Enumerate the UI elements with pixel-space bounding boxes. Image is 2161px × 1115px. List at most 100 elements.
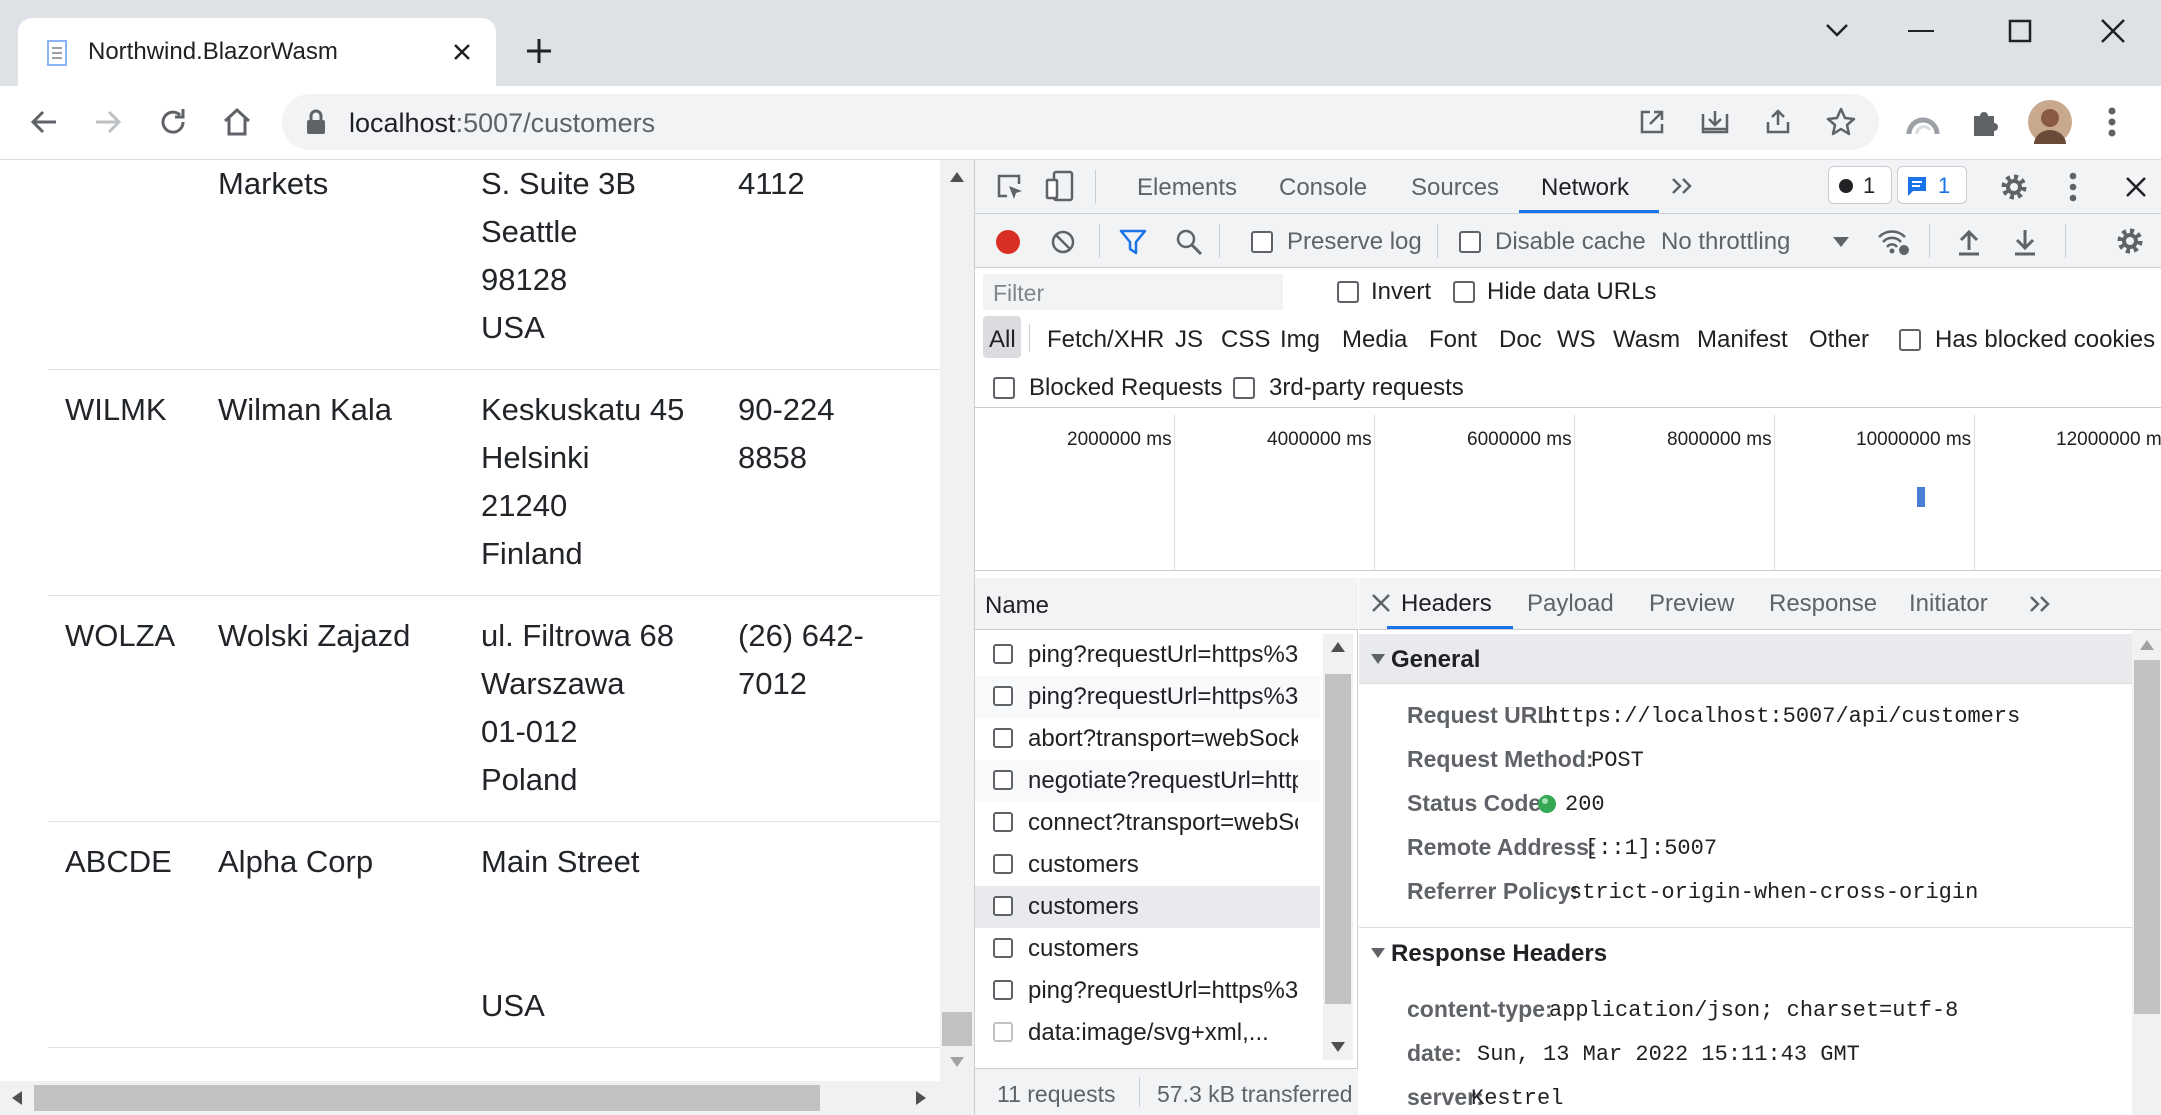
browser-tab[interactable]: Northwind.BlazorWasm [18,18,496,86]
header-value[interactable]: https://localhost:5007/api/customers [1545,704,2020,729]
request-list-scrollbar[interactable] [1323,634,1353,1060]
filter-input[interactable]: Filter [983,274,1283,310]
throttling-select[interactable]: No throttling [1661,228,1790,256]
page-vertical-scrollbar[interactable] [940,160,974,1115]
url-text[interactable]: localhost:5007/customers [349,108,655,139]
detail-scrollbar[interactable] [2132,630,2161,1115]
invert-checkbox[interactable] [1337,281,1359,303]
scroll-left-arrow-icon[interactable] [12,1091,22,1105]
maximize-icon[interactable] [2008,19,2032,43]
network-settings-gear-icon[interactable] [2115,226,2145,256]
import-har-icon[interactable] [1957,228,1981,256]
type-filter-ws[interactable]: WS [1557,326,1596,354]
header-value[interactable]: POST [1591,748,1644,773]
type-filter-doc[interactable]: Doc [1499,326,1542,354]
has-blocked-cookies-checkbox[interactable] [1899,329,1921,351]
device-toolbar-icon[interactable] [1045,170,1075,202]
extensions-puzzle-icon[interactable] [1970,106,2002,138]
scroll-down-arrow-icon[interactable] [950,1057,964,1067]
scroll-down-arrow-icon[interactable] [1331,1042,1345,1052]
request-row[interactable]: ping?requestUrl=https%3A... [975,676,1320,718]
close-window-icon[interactable] [2100,18,2126,44]
request-checkbox[interactable] [993,1022,1013,1042]
response-headers-section-header[interactable]: Response Headers [1359,928,2132,978]
avatar[interactable] [2028,100,2072,144]
new-tab-icon[interactable] [524,36,554,66]
home-icon[interactable] [220,105,254,139]
general-section-header[interactable]: General [1359,634,2132,684]
scroll-thumb[interactable] [34,1085,820,1111]
request-checkbox[interactable] [993,686,1013,706]
request-checkbox[interactable] [993,980,1013,1000]
tab-console[interactable]: Console [1279,174,1367,202]
preserve-log-checkbox[interactable] [1251,231,1273,253]
request-row[interactable]: ping?requestUrl=https%3A... [975,970,1320,1012]
header-value[interactable]: Sun, 13 Mar 2022 15:11:43 GMT [1477,1042,1860,1067]
header-value[interactable]: strict-origin-when-cross-origin [1569,880,1978,905]
scroll-thumb[interactable] [942,1012,972,1046]
scroll-up-arrow-icon[interactable] [950,172,964,182]
lock-icon[interactable] [306,109,326,135]
header-value[interactable]: application/json; charset=utf-8 [1549,998,1958,1023]
tab-payload[interactable]: Payload [1527,590,1614,618]
request-checkbox[interactable] [993,812,1013,832]
request-row[interactable]: customers [975,928,1320,970]
open-in-app-icon[interactable] [1638,108,1666,136]
blocked-requests-checkbox[interactable] [993,377,1015,399]
scroll-up-arrow-icon[interactable] [1331,642,1345,652]
scroll-thumb[interactable] [1325,674,1351,1004]
devtools-menu-icon[interactable] [2069,172,2077,202]
third-party-checkbox[interactable] [1233,377,1255,399]
tab-preview[interactable]: Preview [1649,590,1734,618]
request-row[interactable]: abort?transport=webSockets [975,718,1320,760]
tab-elements[interactable]: Elements [1137,174,1237,202]
type-filter-all-label[interactable]: All [989,326,1016,354]
inspect-element-icon[interactable] [995,172,1025,202]
type-filter-media[interactable]: Media [1342,326,1407,354]
collapse-arrow-icon[interactable] [1371,654,1385,664]
header-value[interactable]: Kestrel [1471,1086,1563,1111]
request-row[interactable]: connect?transport=webSockets [975,802,1320,844]
tab-network[interactable]: Network [1541,174,1629,202]
request-row[interactable]: ping?requestUrl=https%3A... [975,634,1320,676]
type-filter-css[interactable]: CSS [1221,326,1270,354]
browser-menu-icon[interactable] [2108,106,2116,138]
type-filter-font[interactable]: Font [1429,326,1477,354]
record-icon[interactable] [995,229,1021,255]
profile-extension-icon[interactable] [1906,106,1940,140]
search-icon[interactable] [1175,228,1203,256]
address-bar[interactable]: localhost:5007/customers [282,94,1879,150]
more-tabs-icon[interactable] [1671,176,1693,196]
request-row-selected[interactable]: customers [975,886,1320,928]
timeline-overview[interactable]: 2000000 ms 4000000 ms 6000000 ms 8000000… [975,415,2161,571]
tab-search-icon[interactable] [1824,20,1850,40]
close-tab-icon[interactable] [450,40,474,64]
type-filter-wasm[interactable]: Wasm [1613,326,1680,354]
scroll-up-arrow-icon[interactable] [2140,640,2154,650]
tab-initiator[interactable]: Initiator [1909,590,1988,618]
share-icon[interactable] [1764,108,1792,136]
export-har-icon[interactable] [2013,228,2037,256]
request-checkbox[interactable] [993,938,1013,958]
network-conditions-icon[interactable] [1877,228,1911,256]
header-value[interactable]: 200 [1565,792,1605,817]
scroll-thumb[interactable] [2134,660,2160,1014]
tab-response[interactable]: Response [1769,590,1877,618]
close-devtools-icon[interactable] [2125,176,2147,198]
request-row[interactable]: data:image/svg+xml,... [975,1012,1320,1054]
page-horizontal-scrollbar[interactable] [0,1081,940,1115]
request-row[interactable]: customers [975,844,1320,886]
bookmark-star-icon[interactable] [1826,107,1856,137]
request-checkbox[interactable] [993,854,1013,874]
type-filter-manifest[interactable]: Manifest [1697,326,1788,354]
back-icon[interactable] [28,106,60,138]
scroll-right-arrow-icon[interactable] [916,1091,926,1105]
message-counter[interactable]: 1 [1897,166,1967,204]
type-filter-js[interactable]: JS [1175,326,1203,354]
type-filter-fetch-xhr[interactable]: Fetch/XHR [1047,326,1164,354]
request-row[interactable]: negotiate?requestUrl=https [975,760,1320,802]
clear-icon[interactable] [1050,229,1076,255]
type-filter-img[interactable]: Img [1280,326,1320,354]
dropdown-arrow-icon[interactable] [1833,237,1849,247]
tab-sources[interactable]: Sources [1411,174,1499,202]
